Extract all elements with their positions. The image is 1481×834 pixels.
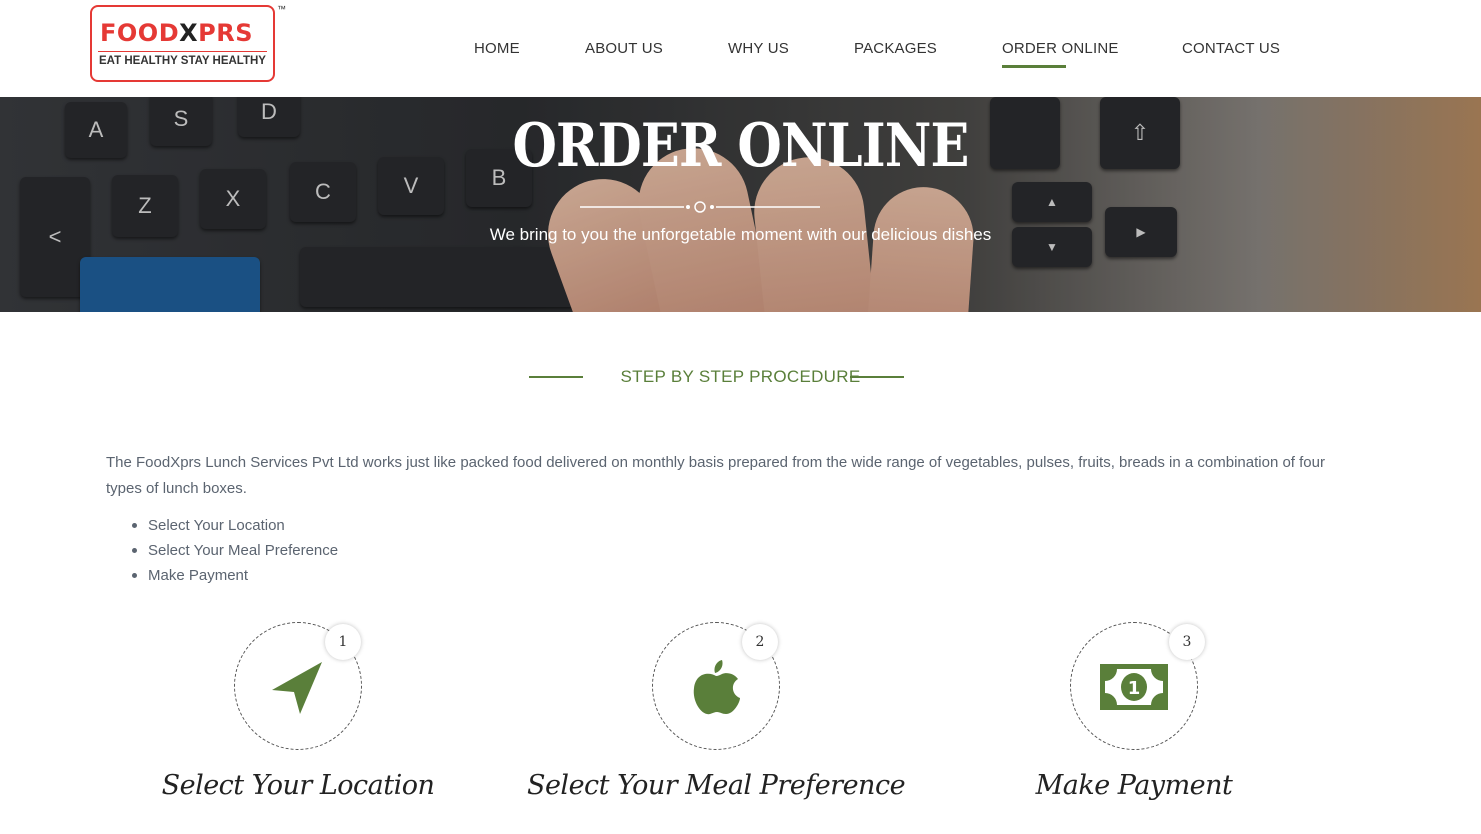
heading-line-right	[850, 376, 904, 378]
hero-divider-ornament	[580, 201, 820, 213]
step-card-meal-preference: 2 Select Your Meal Preference	[506, 622, 926, 822]
step-title-location: Select Your Location	[161, 770, 435, 801]
list-item: Select Your Location	[131, 513, 338, 538]
step-title-payment: Make Payment	[1035, 770, 1233, 801]
hero-subtitle: We bring to you the unforgetable moment …	[489, 225, 992, 244]
nav-order-online[interactable]: ORDER ONLINE	[1002, 40, 1119, 68]
procedure-bullet-list: Select Your Location Select Your Meal Pr…	[131, 513, 338, 588]
apple-icon	[693, 660, 740, 715]
svg-text:1: 1	[1128, 678, 1141, 699]
hero-banner: A S D < Z X C V B ⇧ ▲ ▼ ▶ ORDER ONLINE W…	[0, 97, 1481, 312]
nav-about-us[interactable]: ABOUT US	[585, 40, 663, 57]
main-nav: HOME ABOUT US WHY US PACKAGES ORDER ONLI…	[0, 40, 1481, 70]
nav-home[interactable]: HOME	[474, 40, 520, 57]
hero-title: ORDER ONLINE	[512, 111, 969, 181]
step-number-badge: 3	[1169, 624, 1205, 660]
money-bill-icon: 1	[1100, 664, 1168, 710]
step-card-payment: 3 1 Make Payment	[924, 622, 1344, 822]
step-card-location: 1 Select Your Location	[88, 622, 508, 822]
section-heading: STEP BY STEP PROCEDURE	[620, 367, 861, 386]
trademark-mark: ™	[277, 4, 286, 14]
site-header: FOODXPRS EAT HEALTHY STAY HEALTHY ™ HOME…	[0, 0, 1481, 97]
nav-contact-us[interactable]: CONTACT US	[1182, 40, 1280, 57]
nav-packages[interactable]: PACKAGES	[854, 40, 937, 57]
location-arrow-icon	[272, 662, 322, 714]
nav-why-us[interactable]: WHY US	[728, 40, 789, 57]
list-item: Select Your Meal Preference	[131, 538, 338, 563]
list-item: Make Payment	[131, 563, 338, 588]
step-title-meal-preference: Select Your Meal Preference	[526, 770, 906, 801]
procedure-description: The FoodXprs Lunch Services Pvt Ltd work…	[106, 454, 1325, 497]
